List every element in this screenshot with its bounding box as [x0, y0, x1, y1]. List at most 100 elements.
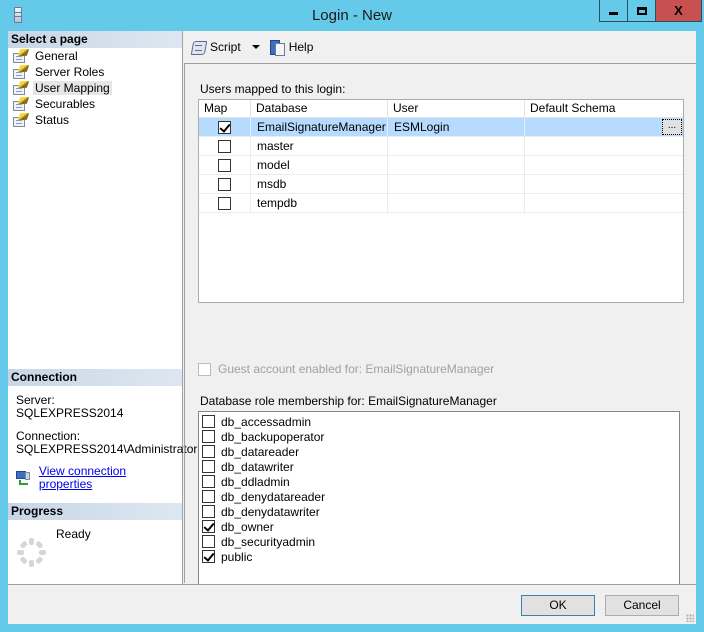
database-cell[interactable]: msdb: [251, 175, 388, 193]
page-item-user-mapping[interactable]: User Mapping: [8, 80, 182, 96]
database-cell[interactable]: model: [251, 156, 388, 174]
window-controls: X: [599, 0, 702, 22]
map-checkbox[interactable]: [218, 158, 231, 172]
role-checkbox[interactable]: [202, 550, 215, 563]
guest-account-checkbox: [198, 362, 211, 376]
server-value: SQLEXPRESS2014: [16, 406, 124, 420]
database-cell[interactable]: master: [251, 137, 388, 155]
role-name: public: [221, 549, 253, 564]
minimize-button[interactable]: [600, 0, 628, 21]
role-item[interactable]: db_datareader: [202, 444, 679, 459]
dialog-footer: OK Cancel: [8, 584, 696, 624]
page-icon: [12, 49, 30, 63]
map-cell: [199, 137, 251, 155]
guest-account-option: Guest account enabled for: EmailSignatur…: [198, 362, 494, 376]
role-membership-label: Database role membership for: EmailSigna…: [200, 394, 497, 408]
map-checkbox[interactable]: [218, 139, 231, 153]
role-checkbox[interactable]: [202, 430, 215, 443]
page-item-securables[interactable]: Securables: [8, 96, 182, 112]
map-checkbox[interactable]: [218, 120, 231, 134]
role-checkbox[interactable]: [202, 490, 215, 503]
minimize-icon: [609, 11, 618, 15]
role-membership-list[interactable]: db_accessadmin db_backupoperator db_datare…: [198, 411, 680, 603]
user-mapping-content: Users mapped to this login: Map Database…: [184, 64, 696, 603]
page-item-status[interactable]: Status: [8, 112, 182, 128]
role-checkbox[interactable]: [202, 415, 215, 428]
role-item[interactable]: db_backupoperator: [202, 429, 679, 444]
select-page-header: Select a page: [8, 31, 182, 48]
map-cell: [199, 118, 251, 136]
role-checkbox[interactable]: [202, 475, 215, 488]
role-item[interactable]: public: [202, 549, 679, 564]
ok-button[interactable]: OK: [521, 595, 595, 616]
grid-row[interactable]: model: [199, 156, 683, 175]
grid-row[interactable]: master: [199, 137, 683, 156]
user-cell[interactable]: [388, 175, 525, 193]
connection-properties-icon: [16, 471, 32, 485]
role-checkbox[interactable]: [202, 460, 215, 473]
page-item-label: Securables: [35, 97, 96, 111]
user-cell[interactable]: [388, 156, 525, 174]
page-icon: [12, 81, 30, 95]
connection-value: SQLEXPRESS2014\Administrator: [16, 442, 198, 456]
default-schema-cell[interactable]: ...: [525, 118, 683, 136]
role-checkbox[interactable]: [202, 535, 215, 548]
grid-row[interactable]: EmailSignatureManager ESMLogin...: [199, 118, 683, 137]
users-mapped-label: Users mapped to this login:: [200, 82, 346, 96]
role-item[interactable]: db_owner: [202, 519, 679, 534]
browse-schema-button[interactable]: ...: [662, 119, 682, 135]
role-item[interactable]: db_denydatareader: [202, 489, 679, 504]
maximize-icon: [636, 6, 647, 15]
role-checkbox[interactable]: [202, 520, 215, 533]
help-icon: [269, 39, 285, 56]
default-schema-cell[interactable]: [525, 137, 683, 155]
page-item-general[interactable]: General: [8, 48, 182, 64]
role-item[interactable]: db_accessadmin: [202, 414, 679, 429]
role-item[interactable]: db_ddladmin: [202, 474, 679, 489]
view-connection-properties-link[interactable]: View connection properties: [39, 465, 182, 491]
role-name: db_accessadmin: [221, 414, 312, 429]
role-checkbox[interactable]: [202, 505, 215, 518]
script-button[interactable]: Script: [190, 39, 241, 55]
grid-row[interactable]: msdb: [199, 175, 683, 194]
help-button[interactable]: Help: [269, 39, 314, 56]
database-cell[interactable]: tempdb: [251, 194, 388, 212]
column-header-user[interactable]: User: [388, 100, 525, 117]
column-header-database[interactable]: Database: [251, 100, 388, 117]
user-cell[interactable]: ESMLogin: [388, 118, 525, 136]
role-item[interactable]: db_denydatawriter: [202, 504, 679, 519]
close-button[interactable]: X: [656, 0, 701, 21]
database-cell[interactable]: EmailSignatureManager: [251, 118, 388, 136]
progress-status: Ready: [56, 527, 91, 541]
dialog-client: Select a page General Server Roles User …: [8, 31, 696, 624]
left-pane: Select a page General Server Roles User …: [8, 31, 198, 584]
role-item[interactable]: db_datawriter: [202, 459, 679, 474]
user-cell[interactable]: [388, 194, 525, 212]
title-bar[interactable]: Login - New X: [0, 0, 704, 31]
column-header-map[interactable]: Map: [199, 100, 251, 117]
role-name: db_securityadmin: [221, 534, 316, 549]
column-header-default-schema[interactable]: Default Schema: [525, 100, 683, 117]
default-schema-cell[interactable]: [525, 194, 683, 212]
user-cell[interactable]: [388, 137, 525, 155]
maximize-button[interactable]: [628, 0, 656, 21]
page-item-server-roles[interactable]: Server Roles: [8, 64, 182, 80]
script-icon: [190, 39, 206, 55]
page-icon: [12, 97, 30, 111]
cancel-button[interactable]: Cancel: [605, 595, 679, 616]
resize-grip[interactable]: [686, 614, 694, 622]
role-item[interactable]: db_securityadmin: [202, 534, 679, 549]
map-checkbox[interactable]: [218, 177, 231, 191]
guest-account-label: Guest account enabled for: EmailSignatur…: [218, 362, 495, 376]
map-cell: [199, 175, 251, 193]
page-item-label: Server Roles: [35, 65, 105, 79]
map-checkbox[interactable]: [218, 196, 231, 210]
users-mapped-grid[interactable]: Map Database User Default Schema EmailSi…: [198, 99, 684, 303]
role-checkbox[interactable]: [202, 445, 215, 458]
progress-header: Progress: [8, 503, 182, 520]
help-label: Help: [288, 40, 314, 54]
default-schema-cell[interactable]: [525, 156, 683, 174]
script-dropdown-arrow-icon[interactable]: [251, 45, 260, 49]
default-schema-cell[interactable]: [525, 175, 683, 193]
grid-row[interactable]: tempdb: [199, 194, 683, 213]
